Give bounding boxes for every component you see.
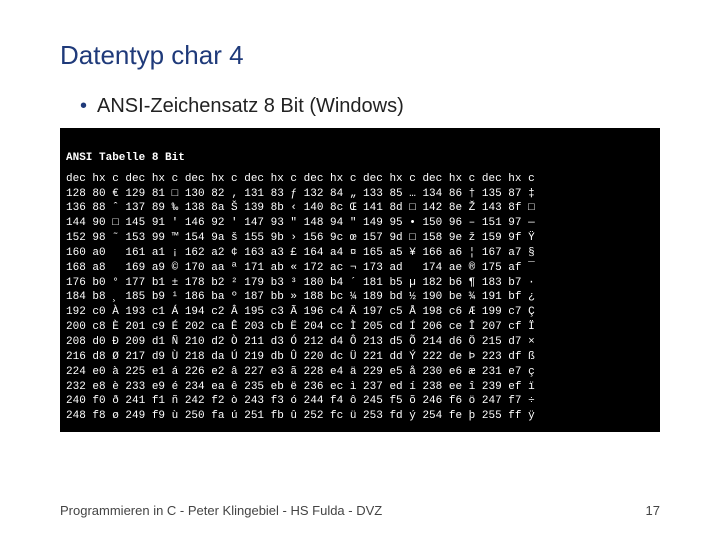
console-header: ANSI Tabelle 8 Bit	[66, 151, 654, 166]
console-table-body: dec hx c dec hx c dec hx c dec hx c dec …	[66, 173, 541, 423]
ansi-table-console: ANSI Tabelle 8 Bit dec hx c dec hx c dec …	[60, 128, 660, 432]
footer-text: Programmieren in C - Peter Klingebiel - …	[60, 503, 382, 518]
slide-title: Datentyp char 4	[60, 40, 660, 71]
bullet-text: ANSI-Zeichensatz 8 Bit (Windows)	[97, 95, 404, 117]
bullet-dot-icon: •	[80, 95, 87, 117]
bullet-item: • ANSI-Zeichensatz 8 Bit (Windows)	[80, 95, 660, 118]
page-number: 17	[646, 503, 660, 518]
